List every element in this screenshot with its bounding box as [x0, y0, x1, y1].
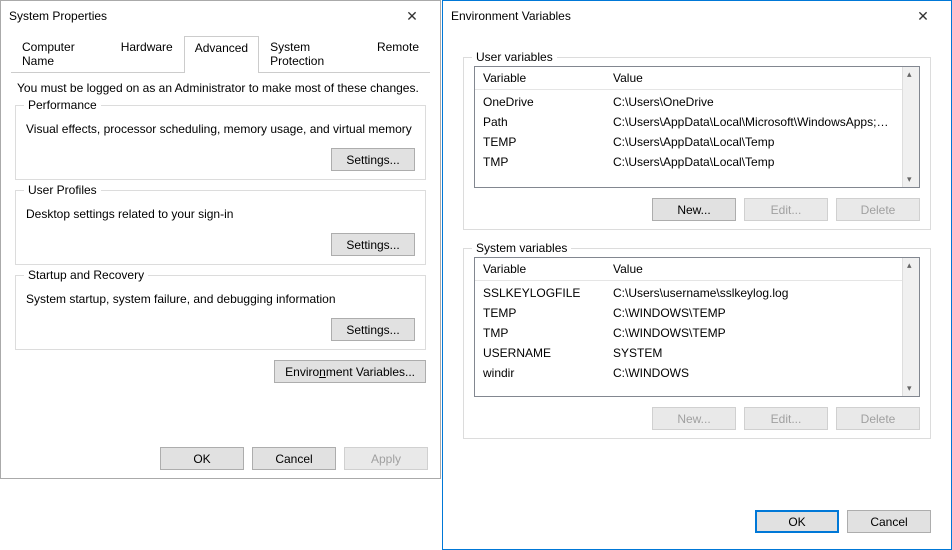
table-row[interactable]: USERNAMESYSTEM: [475, 343, 902, 363]
tab-system-protection[interactable]: System Protection: [259, 35, 366, 72]
column-header-variable[interactable]: Variable: [475, 67, 605, 89]
variable-name: TEMP: [475, 134, 605, 150]
variable-name: TMP: [475, 325, 605, 341]
close-icon[interactable]: ✕: [392, 2, 432, 30]
titlebar: System Properties ✕: [1, 1, 440, 31]
performance-group: Performance Visual effects, processor sc…: [15, 105, 426, 180]
table-row[interactable]: windirC:\WINDOWS: [475, 363, 902, 383]
intro-text: You must be logged on as an Administrato…: [17, 81, 424, 95]
startup-legend: Startup and Recovery: [24, 268, 148, 282]
column-header-variable[interactable]: Variable: [475, 258, 605, 280]
dialog-title: System Properties: [9, 9, 392, 23]
user-profiles-group: User Profiles Desktop settings related t…: [15, 190, 426, 265]
titlebar: Environment Variables ✕: [443, 1, 951, 31]
cancel-button[interactable]: Cancel: [252, 447, 336, 470]
user-profiles-legend: User Profiles: [24, 183, 101, 197]
performance-desc: Visual effects, processor scheduling, me…: [26, 122, 415, 136]
variable-value: C:\WINDOWS\TEMP: [605, 305, 902, 321]
cancel-button[interactable]: Cancel: [847, 510, 931, 533]
variable-name: SSLKEYLOGFILE: [475, 285, 605, 301]
tab-remote[interactable]: Remote: [366, 35, 430, 72]
user-profiles-settings-button[interactable]: Settings...: [331, 233, 415, 256]
variable-value: C:\Users\username\sslkeylog.log: [605, 285, 902, 301]
environment-variables-button[interactable]: Environment Variables...: [274, 360, 426, 383]
tab-strip: Computer Name Hardware Advanced System P…: [11, 35, 430, 73]
variable-value: C:\Users\AppData\Local\Temp: [605, 134, 902, 150]
variable-value: C:\WINDOWS: [605, 365, 902, 381]
table-row[interactable]: PathC:\Users\AppData\Local\Microsoft\Win…: [475, 112, 902, 132]
variable-value: C:\Users\AppData\Local\Temp: [605, 154, 902, 170]
scrollbar[interactable]: [902, 258, 919, 396]
column-header-value[interactable]: Value: [605, 258, 902, 280]
variable-value: C:\Users\OneDrive: [605, 94, 902, 110]
table-row[interactable]: OneDriveC:\Users\OneDrive: [475, 92, 902, 112]
user-variables-list[interactable]: Variable Value OneDriveC:\Users\OneDrive…: [474, 66, 920, 188]
user-profiles-desc: Desktop settings related to your sign-in: [26, 207, 415, 221]
variable-name: TMP: [475, 154, 605, 170]
system-properties-dialog: System Properties ✕ Computer Name Hardwa…: [0, 0, 441, 479]
user-edit-button[interactable]: Edit...: [744, 198, 828, 221]
startup-settings-button[interactable]: Settings...: [331, 318, 415, 341]
close-icon[interactable]: ✕: [903, 2, 943, 30]
table-row[interactable]: TMPC:\Users\AppData\Local\Temp: [475, 152, 902, 172]
tab-advanced[interactable]: Advanced: [184, 36, 259, 73]
startup-desc: System startup, system failure, and debu…: [26, 292, 415, 306]
system-new-button[interactable]: New...: [652, 407, 736, 430]
table-row[interactable]: SSLKEYLOGFILEC:\Users\username\sslkeylog…: [475, 283, 902, 303]
user-variables-legend: User variables: [472, 50, 557, 64]
user-delete-button[interactable]: Delete: [836, 198, 920, 221]
performance-legend: Performance: [24, 98, 101, 112]
system-variables-group: System variables Variable Value SSLKEYLO…: [463, 248, 931, 439]
scrollbar[interactable]: [902, 67, 919, 187]
variable-name: OneDrive: [475, 94, 605, 110]
ok-button[interactable]: OK: [160, 447, 244, 470]
variable-name: windir: [475, 365, 605, 381]
ok-button[interactable]: OK: [755, 510, 839, 533]
environment-variables-dialog: Environment Variables ✕ User variables V…: [442, 0, 952, 550]
startup-recovery-group: Startup and Recovery System startup, sys…: [15, 275, 426, 350]
variable-name: USERNAME: [475, 345, 605, 361]
table-row[interactable]: TEMPC:\Users\AppData\Local\Temp: [475, 132, 902, 152]
dialog-title: Environment Variables: [451, 9, 903, 23]
user-variables-group: User variables Variable Value OneDriveC:…: [463, 57, 931, 230]
system-variables-legend: System variables: [472, 241, 571, 255]
performance-settings-button[interactable]: Settings...: [331, 148, 415, 171]
tab-computer-name[interactable]: Computer Name: [11, 35, 110, 72]
table-row[interactable]: TMPC:\WINDOWS\TEMP: [475, 323, 902, 343]
variable-name: TEMP: [475, 305, 605, 321]
system-delete-button[interactable]: Delete: [836, 407, 920, 430]
system-edit-button[interactable]: Edit...: [744, 407, 828, 430]
variable-value: C:\Users\AppData\Local\Microsoft\Windows…: [605, 114, 902, 130]
user-new-button[interactable]: New...: [652, 198, 736, 221]
variable-name: Path: [475, 114, 605, 130]
column-header-value[interactable]: Value: [605, 67, 902, 89]
apply-button[interactable]: Apply: [344, 447, 428, 470]
system-variables-list[interactable]: Variable Value SSLKEYLOGFILEC:\Users\use…: [474, 257, 920, 397]
variable-value: SYSTEM: [605, 345, 902, 361]
tab-hardware[interactable]: Hardware: [110, 35, 184, 72]
variable-value: C:\WINDOWS\TEMP: [605, 325, 902, 341]
table-row[interactable]: TEMPC:\WINDOWS\TEMP: [475, 303, 902, 323]
